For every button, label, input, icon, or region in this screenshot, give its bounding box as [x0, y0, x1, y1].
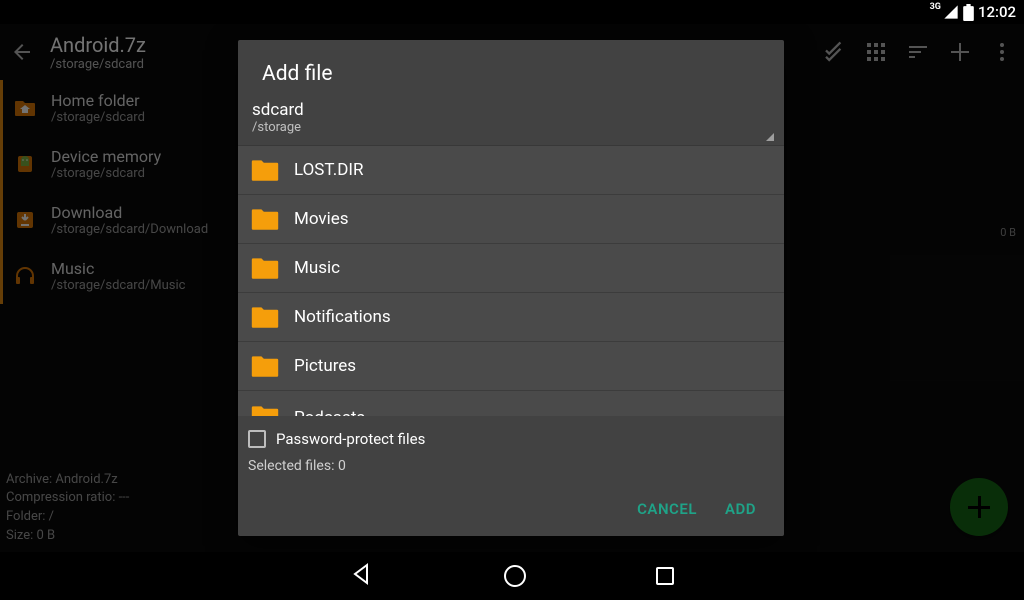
- checkbox-icon: [248, 430, 266, 448]
- folder-icon: [250, 354, 280, 378]
- list-item[interactable]: LOST.DIR: [238, 146, 784, 195]
- android-icon: [11, 150, 39, 178]
- add-icon[interactable]: [946, 38, 974, 66]
- add-file-dialog: Add file sdcard /storage LOST.DIR Movies…: [238, 40, 784, 536]
- folder-icon: [250, 207, 280, 231]
- list-item[interactable]: Music: [238, 244, 784, 293]
- select-all-icon[interactable]: [820, 38, 848, 66]
- folder-icon: [250, 256, 280, 280]
- nav-back-button[interactable]: [350, 562, 374, 590]
- cancel-button[interactable]: CANCEL: [637, 500, 697, 518]
- list-item[interactable]: Pictures: [238, 342, 784, 391]
- view-grid-icon[interactable]: [862, 38, 890, 66]
- nav-recent-button[interactable]: [656, 567, 674, 585]
- sort-icon[interactable]: [904, 38, 932, 66]
- network-type: 3G: [930, 2, 941, 12]
- folder-icon: [250, 404, 280, 416]
- breadcrumb-parent: /storage: [252, 120, 770, 135]
- breadcrumb-current: sdcard: [252, 100, 770, 120]
- password-protect-checkbox[interactable]: Password-protect files: [248, 424, 774, 454]
- size-badge: 0 B: [1000, 226, 1016, 239]
- folder-icon: [250, 158, 280, 182]
- download-icon: [11, 206, 39, 234]
- list-item[interactable]: Podcasts: [238, 391, 784, 416]
- battery-icon: [963, 4, 974, 21]
- android-nav-bar: [0, 552, 1024, 600]
- list-item[interactable]: Movies: [238, 195, 784, 244]
- back-icon[interactable]: [8, 38, 36, 66]
- clock: 12:02: [978, 3, 1016, 21]
- list-item[interactable]: Notifications: [238, 293, 784, 342]
- fab-add[interactable]: [950, 478, 1008, 536]
- headphones-icon: [11, 262, 39, 290]
- breadcrumb[interactable]: sdcard /storage: [238, 100, 784, 145]
- spinner-indicator-icon: [766, 133, 774, 141]
- dialog-title: Add file: [238, 40, 784, 100]
- signal-icon: [943, 4, 959, 20]
- selected-files-count: Selected files: 0: [248, 454, 774, 484]
- folder-list[interactable]: LOST.DIR Movies Music Notifications Pict…: [238, 145, 784, 416]
- folder-icon: [250, 305, 280, 329]
- password-protect-label: Password-protect files: [276, 430, 425, 448]
- nav-home-button[interactable]: [504, 565, 526, 587]
- add-button[interactable]: ADD: [725, 500, 756, 518]
- home-icon: [11, 94, 39, 122]
- archive-footer-info: Archive: Android.7z Compression ratio: -…: [6, 471, 129, 546]
- android-status-bar: 3G 12:02: [0, 0, 1024, 24]
- overflow-icon[interactable]: [988, 38, 1016, 66]
